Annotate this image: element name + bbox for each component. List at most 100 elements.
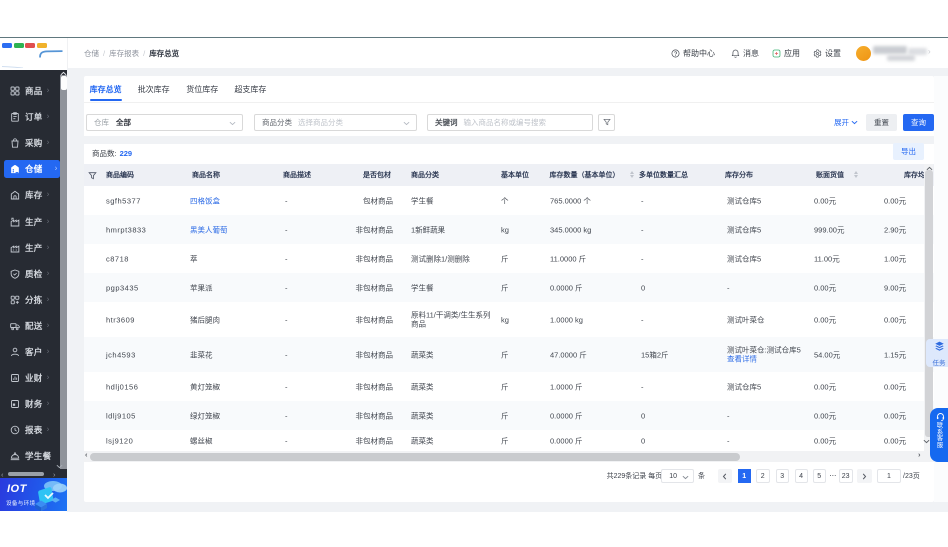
column-header-7[interactable]: 库存数量（基本单位） [550,164,620,186]
header-menu-app-plus[interactable]: 应用 [772,38,800,68]
sidebar-item-9[interactable]: 分拣 › [0,287,60,313]
header-menu-bell[interactable]: 消息 [731,38,759,68]
table-vertical-scrollbar-thumb[interactable] [925,170,933,437]
pagination-next-button[interactable] [857,469,872,483]
table-row-8[interactable]: ldlj9105 绿灯笼椒 - 非包材商品 蔬菜类 斤 0.0000 斤 0 - 0.00元 0.0… [84,401,934,430]
column-header-3[interactable]: 商品描述 [283,164,311,186]
sidebar-horizontal-scrollbar-thumb[interactable] [8,471,44,476]
username-redacted [873,46,907,54]
sidebar-item-8[interactable]: 质检 › [0,261,60,287]
table-row-7[interactable]: hdlj0156 黄灯笼椒 - 非包材商品 蔬菜类 斤 1.0000 斤 - 测试仓库5 0.00… [84,372,934,401]
chevron-right-icon: › [47,295,49,304]
header-menu-label: 消息 [743,48,759,58]
sidebar-item-12[interactable]: 业财 › [0,365,60,391]
export-button[interactable]: 导出 [893,143,924,160]
sort-carets-icon[interactable] [854,171,858,178]
header-menu-help-circle[interactable]: 帮助中心 [671,38,715,68]
sidebar-horizontal-scrollbar[interactable]: ‹ › [0,470,67,479]
sidebar-scroll-down-icon[interactable] [56,464,63,469]
header-menu-gear[interactable]: 设置 [813,38,841,68]
pagination-page-3[interactable]: 3 [776,469,789,483]
tab-2[interactable]: 批次库存 [138,76,170,103]
cell-code: hdlj0156 [106,382,139,391]
column-header-10[interactable]: 账面货值 [816,164,844,186]
table-row-1[interactable]: sgfh5377 四格饭盒 - 包材商品 学生餐 个 765.0000 个 - 测试仓库5 0.0… [84,186,934,215]
sidebar-scroll-up-icon[interactable] [60,71,67,76]
column-header-4[interactable]: 是否包材 [363,164,391,186]
cell-qty: 1.0000 斤 [550,382,583,391]
category-select[interactable]: 商品分类 选择商品分类 [254,114,417,131]
sidebar-item-14[interactable]: 报表 › [0,417,60,443]
sidebar-item-7[interactable]: 生产 › [0,235,60,261]
warehouse-select[interactable]: 仓库 全部 [86,114,243,131]
cell-name: 萃 [190,254,198,263]
page-size-select[interactable]: 10 [660,469,694,483]
table-row-5[interactable]: htr3609 猪后腿肉 - 非包材商品 原料11/干调类/生生系列商品 kg 1.0000… [84,302,934,337]
avatar[interactable] [856,46,871,61]
pagination-jump-input[interactable]: 1 [877,469,901,483]
sidebar-item-15[interactable]: 学生餐 [0,443,60,469]
customer-service-button[interactable]: 联系客服 [930,408,948,462]
table-scroll-down-icon[interactable] [923,439,930,444]
table-horizontal-scrollbar-thumb[interactable] [90,452,740,461]
pagination-page-2[interactable]: 2 [756,469,770,483]
cell-name[interactable]: 四格饭盒 [190,195,220,206]
pagination-prev-button[interactable] [717,469,732,483]
cell-code: htr3609 [106,315,135,324]
sidebar-item-5[interactable]: 库存 › [0,182,60,208]
column-header-8[interactable]: 多单位数量汇总 [639,164,688,186]
table-scroll-left-icon[interactable]: ‹ [85,451,88,459]
sidebar-item-4[interactable]: 仓储 › [0,156,60,182]
sidebar-item-6[interactable]: 生产 › [0,209,60,235]
sidebar-item-label: 配送 [25,320,43,331]
breadcrumb-item[interactable]: 仓储 [84,48,99,59]
table-row-6[interactable]: jch4593 韭菜花 - 非包材商品 蔬菜类 斤 47.0000 斤 15箱2斤 测试叶菜仓:… [84,337,934,372]
sidebar-item-2[interactable]: 订单 › [0,104,60,130]
sort-carets-icon[interactable] [630,171,634,178]
column-header-1[interactable]: 商品编码 [106,164,134,186]
sidebar-item-13[interactable]: 财务 › [0,391,60,417]
pagination-page-4[interactable]: 4 [794,469,808,483]
sidebar-item-10[interactable]: 配送 › [0,313,60,339]
task-floating-button[interactable]: 任务 [926,339,948,367]
tab-3[interactable]: 货位库存 [186,76,218,103]
filter-funnel-button[interactable] [598,114,615,131]
breadcrumb-separator: / [143,48,146,58]
keyword-input[interactable]: 关键词 输入商品名称或编号搜索 [427,114,593,131]
column-header-2[interactable]: 商品名称 [192,164,220,186]
user-chevron-icon[interactable]: › [928,47,931,56]
column-settings-funnel-icon[interactable] [88,164,97,186]
table-row-3[interactable]: c8718 萃 - 非包材商品 测试删除1/测删除 斤 11.0000 斤 - 测试仓库5 11.… [84,244,934,273]
column-header-5[interactable]: 商品分类 [411,164,439,186]
view-details-link[interactable]: 查看详情 [727,355,801,365]
table-row-2[interactable]: hmrpt3833 黑美人葡萄 - 非包材商品 1新鲜蔬果 kg 345.0000 kg - 测… [84,215,934,244]
breadcrumb-item[interactable]: 库存报表 [109,48,139,59]
sidebar-vertical-scrollbar[interactable] [60,75,67,469]
tab-4[interactable]: 超支库存 [234,76,266,103]
column-header-6[interactable]: 基本单位 [501,164,529,186]
pagination-page-5[interactable]: 5 [812,469,826,483]
sorting-icon [10,295,20,305]
search-button[interactable]: 查询 [903,113,934,131]
cell-packing: 包材商品 [363,196,393,205]
sidebar-item-3[interactable]: 采购 › [0,130,60,156]
summary-label: 商品数: [92,148,117,158]
cell-name[interactable]: 黑美人葡萄 [190,224,228,235]
reset-button[interactable]: 重置 [866,114,897,131]
table-scroll-up-icon[interactable] [926,166,933,171]
content-area: 库存总览 批次库存 货位库存 超支库存 仓库 全部 商品分类 选择商品分类 关键词 输… [67,68,948,512]
logo-swoosh [1,50,63,68]
pagination: 共229条记录 每页 10 条 1 2 3 4 5 ⋯ 23 1/23页 [84,469,934,484]
table-row-9[interactable]: lsj9120 螺丝椒 - 非包材商品 蔬菜类 斤 0.0000 斤 0 - 0.00元 0.00元 [84,430,934,451]
pagination-page-23[interactable]: 23 [838,469,853,483]
table-row-4[interactable]: pgp3435 苹果派 - 非包材商品 学生餐 斤 0.0000 斤 0 - 0.00元 9.00元 [84,273,934,302]
sidebar-item-1[interactable]: 商品 › [0,78,60,104]
app-logo[interactable] [0,38,68,68]
column-header-9[interactable]: 库存分布 [725,164,753,186]
pagination-page-1[interactable]: 1 [737,469,751,483]
sidebar-item-11[interactable]: 客户 › [0,339,60,365]
sidebar-vertical-scrollbar-thumb[interactable] [60,76,67,90]
iot-banner[interactable]: IOT 设备与环境 [0,478,67,511]
table-scroll-right-icon[interactable]: › [918,450,921,458]
expand-filters-link[interactable]: 展开 [834,114,858,130]
